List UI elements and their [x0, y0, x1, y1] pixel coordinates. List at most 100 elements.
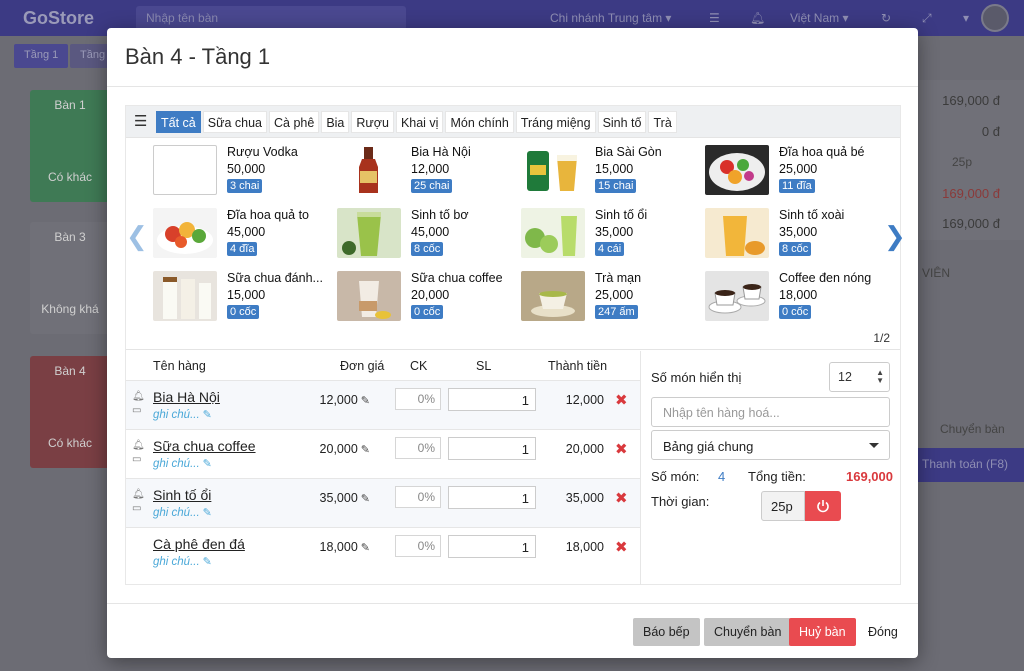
cancel-table-button[interactable]: Huỷ bàn	[789, 618, 856, 646]
order-item-note[interactable]: ghi chú... ✎	[153, 506, 212, 519]
category-appetizer[interactable]: Khai vị	[395, 110, 444, 133]
product-card[interactable]: Sinh tố ổi 35,000 4 cái	[521, 208, 705, 264]
order-item-price[interactable]: 12,000 ✎	[302, 393, 370, 407]
category-coffee[interactable]: Cà phê	[269, 110, 320, 133]
col-ck-header: CK	[410, 359, 428, 373]
discount-input[interactable]: 0%	[395, 535, 441, 557]
col-price-header: Đơn giá	[340, 359, 385, 373]
yogurt-coffee-image	[337, 271, 401, 321]
edit-price-icon[interactable]: ✎	[361, 493, 370, 505]
col-total-header: Thành tiền	[548, 359, 608, 373]
quantity-input[interactable]: 1	[448, 437, 536, 460]
prev-page-arrow-icon[interactable]: ❮	[126, 222, 148, 252]
order-item-price[interactable]: 20,000 ✎	[302, 442, 370, 456]
table-search-input[interactable]: Nhập tên bàn	[136, 6, 406, 30]
product-stock-badge: 0 cốc	[779, 305, 812, 319]
product-name: Sinh tố ổi	[595, 208, 648, 222]
hamburger-icon[interactable]: ☰	[134, 114, 148, 129]
display-count-stepper[interactable]: 12 ▲ ▼	[829, 362, 890, 392]
product-card[interactable]: Bia Hà Nội 12,000 25 chai	[337, 145, 521, 201]
order-item-name[interactable]: Sinh tố ổi	[153, 487, 211, 503]
col-qty-header: SL	[476, 359, 492, 373]
delete-item-icon[interactable]: ✖	[615, 489, 628, 507]
close-button[interactable]: Đóng	[858, 618, 908, 646]
category-yogurt[interactable]: Sữa chua	[202, 110, 267, 133]
product-search-input[interactable]: Nhập tên hàng hoá...	[651, 397, 890, 427]
category-smoothie[interactable]: Sinh tố	[597, 110, 647, 133]
move-table-button[interactable]: Chuyển bàn	[704, 618, 792, 646]
order-item-name[interactable]: Bia Hà Nội	[153, 389, 220, 405]
edit-price-icon[interactable]: ✎	[361, 395, 370, 407]
delete-item-icon[interactable]: ✖	[615, 391, 628, 409]
total-label: Tổng tiền:	[748, 469, 806, 484]
modal-body: ☰ Tất cả Sữa chua Cà phê Bia Rượu Khai v…	[125, 105, 906, 585]
category-tea[interactable]: Trà	[648, 110, 677, 133]
delete-item-icon[interactable]: ✖	[615, 538, 628, 556]
product-card[interactable]: Coffee đen nóng 18,000 0 cốc	[705, 271, 889, 327]
product-card[interactable]: Trà mạn 25,000 247 ấm	[521, 271, 705, 327]
discount-input[interactable]: 0%	[395, 437, 441, 459]
product-card[interactable]: Đĩa hoa quả bé 25,000 11 đĩa	[705, 145, 889, 201]
order-item-name[interactable]: Sữa chua coffee	[153, 438, 256, 454]
edit-note-icon[interactable]: ✎	[203, 556, 212, 568]
mango-smoothie-image	[705, 208, 769, 258]
category-dessert[interactable]: Tráng miệng	[515, 110, 596, 133]
table-card-4[interactable]: Bàn 4 Có khác	[30, 356, 110, 468]
table-card-3[interactable]: Bàn 3 Không khá	[30, 222, 110, 334]
edit-price-icon[interactable]: ✎	[361, 542, 370, 554]
stop-timer-button[interactable]	[805, 491, 841, 521]
product-card[interactable]: Sữa chua đánh... 15,000 0 cốc	[153, 271, 337, 327]
product-card[interactable]: Sữa chua coffee 20,000 0 cốc	[337, 271, 521, 327]
product-stock-badge: 4 cái	[595, 242, 625, 256]
category-all[interactable]: Tất cả	[156, 110, 201, 133]
order-item-name[interactable]: Cà phê đen đá	[153, 536, 245, 552]
order-item-note[interactable]: ghi chú... ✎	[153, 457, 212, 470]
stepper-arrows-icon[interactable]: ▲ ▼	[876, 369, 884, 385]
category-beer[interactable]: Bia	[321, 110, 350, 133]
bell-icon[interactable]: 🔔︎	[750, 11, 765, 25]
order-table: Tên hàng Đơn giá CK SL Thành tiền 🔔︎ ▭ Bi…	[126, 351, 640, 585]
kitchen-status-icon: 🔔︎ ▭	[132, 489, 145, 514]
product-card[interactable]: Sinh tố xoài 35,000 8 cốc	[705, 208, 889, 264]
table-row: 🔔︎ ▭ Sinh tố ổi ghi chú... ✎ 35,000 ✎ 0% 1 …	[126, 478, 640, 527]
discount-input[interactable]: 0%	[395, 486, 441, 508]
category-wine[interactable]: Rượu	[351, 110, 394, 133]
floor-tab-1[interactable]: Tầng 1	[14, 44, 69, 68]
product-card[interactable]: Bia Sài Gòn 15,000 15 chai	[521, 145, 705, 201]
avatar[interactable]	[981, 4, 1009, 32]
edit-price-icon[interactable]: ✎	[361, 444, 370, 456]
price-list-select[interactable]: Bảng giá chung	[651, 430, 890, 460]
order-item-price[interactable]: 18,000 ✎	[302, 540, 370, 554]
edit-note-icon[interactable]: ✎	[203, 458, 212, 470]
bg-move-table-button[interactable]: Chuyển bàn	[940, 422, 1005, 436]
branch-selector[interactable]: Chi nhánh Trung tâm ▾	[550, 11, 671, 25]
product-stock-badge: 0 cốc	[227, 305, 260, 319]
modal-title: Bàn 4 - Tầng 1	[125, 44, 271, 69]
quantity-input[interactable]: 1	[448, 486, 536, 509]
order-item-price[interactable]: 35,000 ✎	[302, 491, 370, 505]
yogurt-glasses-image	[153, 271, 217, 321]
fullscreen-icon[interactable]: ⤢	[922, 11, 932, 26]
order-item-note[interactable]: ghi chú... ✎	[153, 408, 212, 421]
language-selector[interactable]: Việt Nam ▾	[790, 11, 849, 25]
product-card[interactable]: Rượu Vodka 50,000 3 chai	[153, 145, 337, 201]
quantity-input[interactable]: 1	[448, 535, 536, 558]
product-name: Đĩa hoa quả to	[227, 208, 310, 222]
refresh-icon[interactable]: ↻	[881, 11, 891, 25]
category-main[interactable]: Món chính	[445, 110, 514, 133]
quantity-input[interactable]: 1	[448, 388, 536, 411]
order-item-note[interactable]: ghi chú... ✎	[153, 555, 212, 568]
user-menu-caret[interactable]: ▾	[963, 11, 969, 25]
product-price: 50,000	[227, 162, 266, 176]
delete-item-icon[interactable]: ✖	[615, 440, 628, 458]
menu-icon[interactable]: ☰	[709, 11, 720, 25]
table-card-1[interactable]: Bàn 1 Có khác	[30, 90, 110, 202]
bg-pay-button[interactable]: Thanh toán (F8)	[918, 448, 1024, 482]
product-card[interactable]: Đĩa hoa quả to 45,000 4 đĩa	[153, 208, 337, 264]
edit-note-icon[interactable]: ✎	[203, 409, 212, 421]
edit-note-icon[interactable]: ✎	[203, 507, 212, 519]
notify-kitchen-button[interactable]: Báo bếp	[633, 618, 700, 646]
discount-input[interactable]: 0%	[395, 388, 441, 410]
product-card[interactable]: Sinh tố bơ 45,000 8 cốc	[337, 208, 521, 264]
table-row: 🔔︎ ▭ Sữa chua coffee ghi chú... ✎ 20,000 ✎ …	[126, 429, 640, 478]
